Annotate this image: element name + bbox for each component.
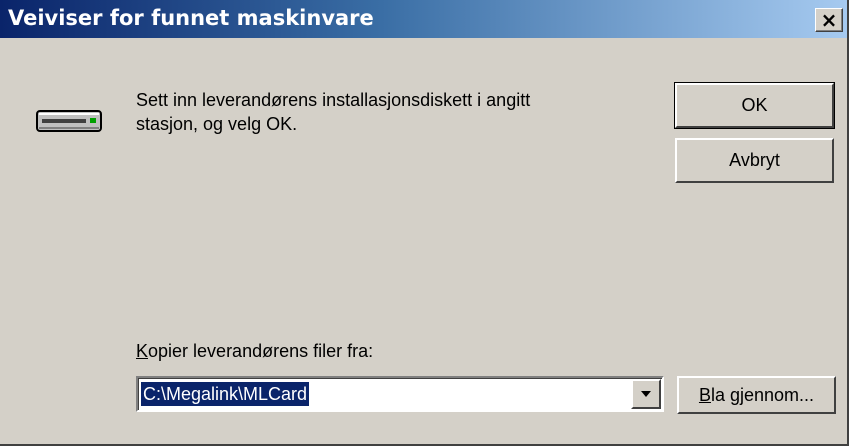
dialog-window: Veiviser for funnet maskinvare × Sett in… bbox=[0, 0, 849, 446]
copy-from-combobox[interactable]: C:\Megalink\MLCard bbox=[136, 376, 664, 412]
close-button[interactable]: × bbox=[815, 8, 843, 32]
copy-from-label: Kopier leverandørens filer fra: bbox=[136, 341, 373, 362]
browse-button-accel: B bbox=[698, 384, 711, 405]
copy-from-label-accel: K bbox=[136, 341, 149, 361]
disk-drive-icon bbox=[36, 110, 102, 132]
dropdown-button[interactable] bbox=[631, 379, 661, 409]
message-line-1: Sett inn leverandørens installasjonsdisk… bbox=[136, 90, 531, 110]
ok-button[interactable]: OK bbox=[674, 82, 835, 129]
browse-button-rest: la gjennom... bbox=[710, 384, 815, 405]
cancel-button[interactable]: Avbryt bbox=[675, 138, 834, 183]
message-line-2: stasjon, og velg OK. bbox=[136, 114, 298, 134]
copy-from-path-input[interactable]: C:\Megalink\MLCard bbox=[141, 382, 310, 406]
close-icon: × bbox=[820, 8, 838, 32]
window-title: Veiviser for funnet maskinvare bbox=[8, 6, 374, 30]
browse-button[interactable]: Bla gjennom... bbox=[677, 376, 836, 414]
copy-from-label-rest: opier leverandørens filer fra: bbox=[148, 341, 374, 361]
title-bar[interactable]: Veiviser for funnet maskinvare × bbox=[0, 0, 847, 38]
chevron-down-icon bbox=[641, 391, 651, 397]
instruction-message: Sett inn leverandørens installasjonsdisk… bbox=[136, 88, 656, 136]
